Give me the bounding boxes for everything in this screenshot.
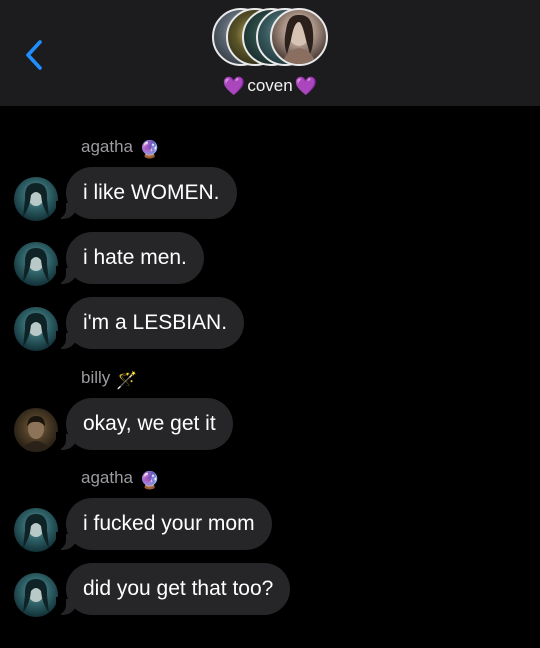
avatar-photo [22, 416, 50, 452]
crystal-ball-icon: 🔮 [139, 471, 161, 490]
chat-header: 💜 coven 💜 [0, 0, 540, 106]
message-bubble[interactable]: did you get that too? [55, 563, 291, 615]
message-bubble[interactable]: i'm a LESBIAN. [55, 297, 245, 349]
member-avatar [270, 8, 328, 66]
agatha-avatar[interactable] [14, 307, 58, 351]
sender-name-text: agatha [81, 137, 133, 156]
member-photo [282, 14, 316, 64]
avatar-photo [23, 248, 49, 282]
sender-name: agatha 🔮 [81, 137, 160, 160]
group-avatar-stack[interactable] [212, 8, 332, 70]
crystal-ball-icon: 🔮 [139, 140, 161, 159]
sender-name-text: billy [81, 368, 111, 387]
back-button[interactable] [22, 38, 48, 72]
magic-wand-icon: 🪄 [116, 371, 138, 390]
agatha-avatar[interactable] [14, 177, 58, 221]
sender-name-text: agatha [81, 468, 133, 487]
avatar-photo [23, 579, 49, 613]
message-bubble[interactable]: okay, we get it [56, 398, 233, 450]
avatar-photo [23, 514, 49, 548]
agatha-avatar[interactable] [14, 573, 58, 617]
message-bubble[interactable]: i hate men. [56, 232, 204, 284]
group-name[interactable]: 💜 coven 💜 [0, 76, 540, 97]
chevron-left-icon [26, 40, 42, 70]
avatar-photo [23, 183, 49, 217]
purple-heart-icon: 💜 [294, 76, 318, 96]
purple-heart-icon: 💜 [222, 76, 246, 96]
avatar-photo [23, 313, 49, 347]
message-bubble[interactable]: i fucked your mom [56, 498, 272, 550]
sender-name: billy 🪄 [81, 368, 137, 391]
agatha-avatar[interactable] [14, 508, 58, 552]
group-name-text: coven [247, 76, 293, 95]
billy-avatar[interactable] [14, 408, 58, 452]
sender-name: agatha 🔮 [81, 468, 160, 491]
message-bubble[interactable]: i like WOMEN. [56, 167, 237, 219]
agatha-avatar[interactable] [14, 242, 58, 286]
